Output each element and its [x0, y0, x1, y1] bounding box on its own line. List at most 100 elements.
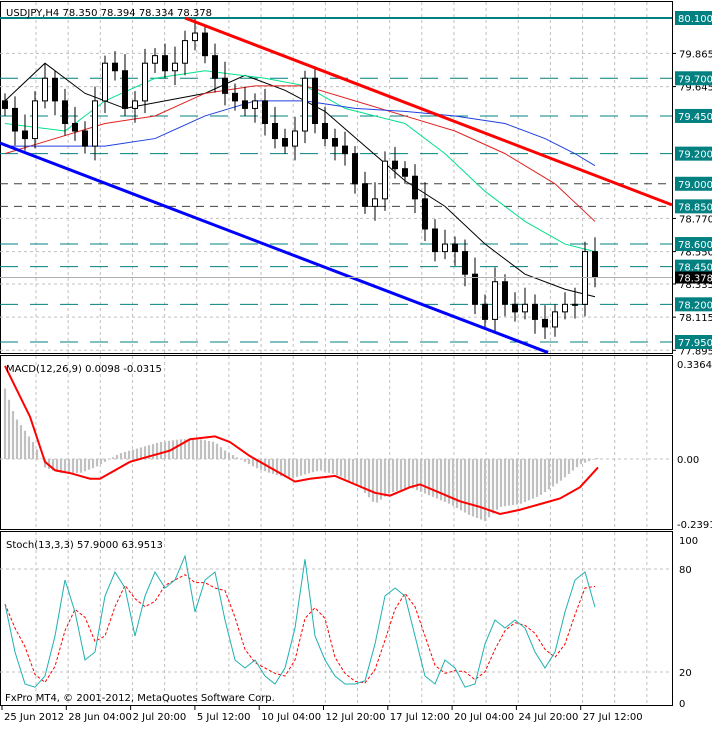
level-label: 77.950	[678, 338, 712, 349]
candle-body	[482, 303, 488, 320]
macd-axis-label: -0.2391	[677, 520, 712, 531]
candle-body	[72, 122, 78, 132]
candle-body	[22, 130, 28, 140]
candle-body	[222, 77, 228, 94]
time-axis-label: 2 Jul 20:00	[133, 712, 187, 723]
candle-body	[202, 32, 208, 57]
candle-body	[572, 303, 578, 306]
time-axis-label: 24 Jul 20:00	[518, 712, 578, 723]
level-label: 79.200	[678, 150, 712, 161]
level-label: 79.700	[678, 74, 712, 85]
candle-body	[282, 138, 288, 147]
candle-body	[422, 198, 428, 230]
candle-body	[292, 130, 298, 147]
candle-body	[322, 122, 328, 140]
time-axis-label: 20 Jul 04:00	[454, 712, 514, 723]
candle-body	[112, 62, 118, 72]
candle-body	[442, 243, 448, 253]
candle-body	[132, 100, 138, 109]
candle-body	[512, 303, 518, 313]
candle-body	[82, 130, 88, 147]
candle-body	[402, 168, 408, 177]
candle-body	[2, 100, 8, 109]
candle-body	[232, 92, 238, 102]
candle-body	[102, 62, 108, 102]
candle-body	[452, 243, 458, 253]
stoch-axis-label: 80	[679, 565, 692, 576]
macd-axis-label: 0.00	[677, 455, 699, 466]
level-label: 78.600	[678, 240, 712, 251]
time-axis-label: 12 Jul 20:00	[326, 712, 386, 723]
price-pane[interactable]: 79.86579.64578.77078.55078.33578.11577.8…	[0, 1, 712, 358]
level-label: 79.000	[678, 180, 712, 191]
stoch-pane[interactable]: 100 80 20 0	[0, 531, 698, 711]
level-label: 78.850	[678, 202, 712, 213]
candle-body	[52, 77, 58, 102]
candle-body	[542, 318, 548, 328]
stoch-title: Stoch(13,3,3) 57.9000 63.9513	[6, 540, 163, 551]
candle-body	[522, 303, 528, 313]
candle-body	[212, 55, 218, 79]
candle-body	[192, 32, 198, 42]
candle-body	[32, 100, 38, 140]
candle-body	[62, 100, 68, 124]
candle-body	[502, 281, 508, 305]
current-price-label: 78.378	[678, 274, 712, 285]
time-axis-label: 5 Jul 12:00	[197, 712, 251, 723]
candle-body	[492, 281, 498, 320]
macd-title: MACD(12,26,9) 0.0098 -0.0315	[6, 364, 162, 375]
pane-frame	[0, 355, 673, 530]
time-axis: 25 Jun 2012 28 Jun 04:00 2 Jul 20:00 5 Jul …	[0, 705, 672, 723]
stoch-axis-label: 20	[679, 668, 692, 679]
candle-body	[142, 62, 148, 102]
candle-body	[122, 70, 128, 109]
level-label: 79.450	[678, 112, 712, 123]
price-axis-label: 78.770	[679, 214, 712, 225]
candle-body	[372, 198, 378, 207]
candle-body	[262, 100, 268, 124]
time-axis-label: 25 Jun 2012	[4, 712, 64, 723]
time-axis-label: 27 Jul 12:00	[583, 712, 643, 723]
level-label: 80.100	[678, 14, 712, 25]
macd-pane[interactable]: 0.3364 0.00 -0.2391	[0, 355, 712, 532]
time-axis-label: 28 Jun 04:00	[68, 712, 132, 723]
time-axis-label: 10 Jul 04:00	[261, 712, 321, 723]
candle-body	[302, 77, 308, 132]
candle-body	[342, 145, 348, 155]
candle-body	[592, 251, 598, 279]
symbol-header: USDJPY,H4 78.350 78.394 78.334 78.378	[6, 8, 212, 19]
stoch-axis-label: 100	[679, 536, 698, 547]
candle-body	[382, 160, 388, 200]
candle-body	[12, 107, 18, 132]
candle-body	[462, 251, 468, 275]
candle-body	[332, 138, 338, 147]
pane-frame	[0, 1, 673, 354]
candle-body	[182, 40, 188, 64]
price-axis-label: 79.865	[679, 49, 712, 60]
candle-body	[362, 183, 368, 207]
candle-body	[42, 77, 48, 102]
candle-body	[162, 55, 168, 72]
candle-body	[152, 55, 158, 64]
candle-body	[92, 100, 98, 147]
candle-body	[352, 153, 358, 185]
time-axis-label: 17 Jul 12:00	[390, 712, 450, 723]
mt4-chart: 79.86579.64578.77078.55078.33578.11577.8…	[0, 1, 712, 723]
candle-body	[532, 303, 538, 320]
candle-body	[252, 100, 258, 109]
candle-body	[562, 303, 568, 313]
candle-body	[242, 100, 248, 109]
candle-body	[412, 175, 418, 200]
candle-body	[552, 311, 558, 328]
candle-body	[392, 160, 398, 170]
candle-body	[312, 77, 318, 124]
candle-body	[272, 122, 278, 140]
candle-body	[472, 273, 478, 305]
candle-body	[432, 228, 438, 253]
level-label: 78.200	[678, 300, 712, 311]
stoch-axis-label: 0	[679, 699, 685, 710]
macd-axis-label: 0.3364	[677, 360, 712, 371]
copyright-text: FxPro MT4, © 2001-2012, MetaQuotes Softw…	[5, 693, 275, 704]
price-axis-label: 78.115	[679, 313, 712, 324]
candle-body	[172, 62, 178, 72]
